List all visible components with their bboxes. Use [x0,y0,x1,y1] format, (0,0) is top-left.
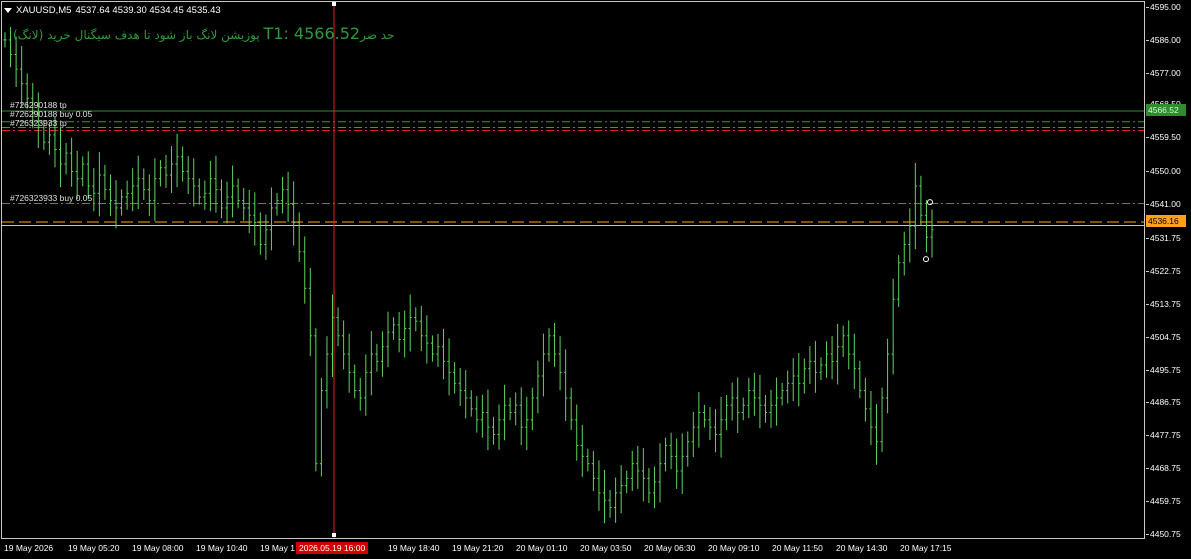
price-axis-label: 4577.00 [1150,67,1181,78]
price-axis-tick [1146,534,1149,535]
chart-header: XAUUSD,M5 4537.64 4539.30 4534.45 4535.4… [4,3,221,17]
cursor-time-label: 2026.05.19 16:00 [296,542,369,554]
time-axis-label: 20 May 03:50 [580,543,632,553]
time-axis-label: 20 May 17:15 [900,543,952,553]
price-axis-tick [1146,501,1149,503]
time-axis-label: 19 May 10:40 [196,543,248,553]
price-axis-tick [1146,171,1149,173]
trading-chart-window: XAUUSD,M5 4537.64 4539.30 4534.45 4535.4… [0,0,1191,559]
signal-tp-price-tag: 4566.52 [1146,104,1186,116]
price-axis-label: 4595.00 [1150,2,1181,12]
price-axis-tick [1146,369,1149,371]
price-axis-label: 4459.75 [1150,496,1181,507]
time-axis-label: 20 May 14:30 [836,543,888,553]
price-axis-label: 4468.75 [1150,463,1181,474]
price-axis-tick [1146,435,1149,437]
price-axis-label: 4477.75 [1150,430,1181,441]
plot-area-border [1,1,1145,539]
time-axis-label: 20 May 11:50 [772,543,823,553]
price-axis-tick [1146,468,1149,470]
signal-target: T1: 4566.52 [263,24,361,43]
dropdown-triangle-icon[interactable] [4,7,12,13]
price-axis-label: 4495.75 [1150,364,1181,375]
price-axis-tick [1146,7,1149,8]
signal-comment: حد ضرT1: 4566.52 پوزیشن لانگ باز شود تا … [13,24,394,43]
price-axis-label: 4559.50 [1150,131,1181,142]
time-axis-label: 19 May 08:00 [132,543,184,553]
price-axis[interactable]: 4595.004586.004577.004568.504559.504550.… [1146,0,1191,540]
time-axis-label: 19 May 2026 [4,543,54,553]
price-axis-tick [1146,39,1149,41]
price-axis-tick [1146,72,1149,74]
price-axis-label: 4531.75 [1150,233,1181,244]
price-axis-tick [1146,336,1149,338]
signal-text: پوزیشن لانگ باز شود تا هدف سیگنال خرید (… [13,28,260,42]
time-axis-label: 19 May 21:20 [452,543,504,553]
price-axis-label: 4486.75 [1150,397,1181,408]
price-axis-label: 4541.00 [1150,199,1181,210]
time-axis[interactable]: 19 May 2026 19 May 05:20 19 May 08:00 19 Ma… [0,540,1146,559]
price-axis-label: 4586.00 [1150,34,1181,45]
price-axis-label: 4504.75 [1150,331,1181,342]
price-axis-tick [1146,270,1149,272]
signal-prefix: حد ضر [360,28,395,42]
time-axis-label: 20 May 06:30 [644,543,696,553]
ohlc-readout: 4537.64 4539.30 4534.45 4535.43 [75,4,221,16]
price-axis-label: 4513.75 [1150,298,1181,309]
bid-price-tag: 4536.16 [1146,215,1186,227]
price-axis-tick [1146,238,1149,240]
price-axis-tick [1146,303,1149,305]
price-axis-label: 4450.75 [1150,529,1181,539]
price-axis-tick [1146,136,1149,138]
price-axis-tick [1146,204,1149,206]
time-axis-label: 19 May 18:40 [388,543,440,553]
order-label-4[interactable]: #726323933 buy 0.05 [10,193,92,203]
price-axis-tick [1146,402,1149,404]
price-axis-label: 4550.00 [1150,166,1181,177]
order-label-3[interactable]: #726323933 tp [10,118,67,128]
time-axis-label: 19 May 1 [260,543,295,553]
time-axis-label: 19 May 05:20 [68,543,120,553]
price-axis-label: 4522.75 [1150,265,1181,276]
time-axis-label: 20 May 09:10 [708,543,760,553]
time-axis-label: 20 May 01:10 [516,543,568,553]
symbol-label: XAUUSD,M5 [16,4,72,16]
